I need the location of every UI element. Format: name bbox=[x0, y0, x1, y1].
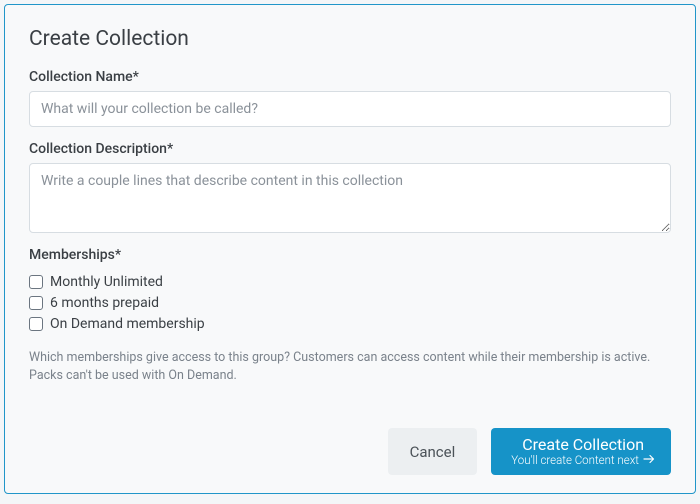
footer-actions: Cancel Create Collection You'll create C… bbox=[29, 414, 671, 475]
memberships-helper-text: Which memberships give access to this gr… bbox=[29, 349, 671, 384]
checkbox-icon[interactable] bbox=[29, 317, 43, 331]
collection-name-input[interactable] bbox=[29, 91, 671, 127]
checkbox-icon[interactable] bbox=[29, 275, 43, 289]
create-collection-panel: Create Collection Collection Name* Colle… bbox=[4, 4, 696, 494]
arrow-right-icon bbox=[643, 454, 655, 468]
cancel-button[interactable]: Cancel bbox=[388, 428, 478, 475]
memberships-group: Monthly Unlimited 6 months prepaid On De… bbox=[29, 269, 671, 337]
panel-title: Create Collection bbox=[29, 27, 671, 51]
membership-option[interactable]: Monthly Unlimited bbox=[29, 274, 671, 290]
membership-option-label: Monthly Unlimited bbox=[50, 274, 163, 290]
checkbox-icon[interactable] bbox=[29, 296, 43, 310]
create-collection-button[interactable]: Create Collection You'll create Content … bbox=[491, 428, 671, 475]
primary-button-main-label: Create Collection bbox=[522, 435, 644, 454]
collection-description-label: Collection Description* bbox=[29, 141, 671, 157]
membership-option-label: 6 months prepaid bbox=[50, 295, 159, 311]
membership-option[interactable]: On Demand membership bbox=[29, 316, 671, 332]
membership-option-label: On Demand membership bbox=[50, 316, 205, 332]
collection-name-label: Collection Name* bbox=[29, 69, 671, 85]
membership-option[interactable]: 6 months prepaid bbox=[29, 295, 671, 311]
memberships-label: Memberships* bbox=[29, 247, 671, 263]
primary-button-sub-label: You'll create Content next bbox=[511, 454, 655, 468]
collection-description-input[interactable] bbox=[29, 163, 671, 233]
